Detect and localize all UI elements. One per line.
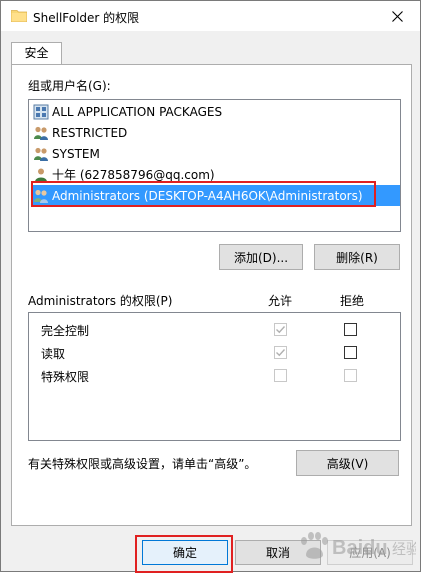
deny-header: 拒绝 xyxy=(340,294,365,308)
permission-name: 完全控制 xyxy=(41,324,90,338)
list-item[interactable]: ALL APPLICATION PACKAGES xyxy=(31,101,400,122)
groups-label: 组或用户名(G): xyxy=(28,79,111,93)
permissions-label: Administrators 的权限(P) xyxy=(28,294,173,308)
list-item[interactable]: SYSTEM xyxy=(31,143,400,164)
allow-checkbox xyxy=(274,346,287,359)
remove-button[interactable]: 删除(R) xyxy=(314,244,400,270)
user-icon xyxy=(35,168,47,182)
tab-security[interactable]: 安全 xyxy=(11,42,62,65)
permission-row: 完全控制 xyxy=(29,318,400,341)
users-group-icon xyxy=(34,126,48,140)
advanced-hint: 有关特殊权限或高级设置，请单击“高级”。 xyxy=(28,457,257,471)
list-item-label: ALL APPLICATION PACKAGES xyxy=(52,104,223,119)
close-button[interactable] xyxy=(374,1,420,31)
close-icon xyxy=(391,10,403,22)
list-item-label: 十年 (627858796@qq.com) xyxy=(52,168,215,182)
list-item-label: Administrators (DESKTOP-A4AH6OK\Administ… xyxy=(52,188,363,203)
check-icon xyxy=(276,326,286,334)
permissions-list: 完全控制 读取 特殊权限 xyxy=(28,312,401,441)
users-group-icon xyxy=(34,147,48,161)
allow-checkbox xyxy=(274,323,287,336)
deny-checkbox[interactable] xyxy=(344,323,357,336)
allow-header: 允许 xyxy=(268,294,293,308)
allow-checkbox xyxy=(274,369,287,382)
list-item-label: RESTRICTED xyxy=(52,125,128,140)
deny-checkbox xyxy=(344,369,357,382)
list-item[interactable]: RESTRICTED xyxy=(31,122,400,143)
tab-strip: 安全 xyxy=(1,31,420,65)
permission-name: 读取 xyxy=(41,347,66,361)
groups-listbox[interactable]: ALL APPLICATION PACKAGES RESTRICTED SYST… xyxy=(28,99,401,232)
permission-row: 读取 xyxy=(29,341,400,364)
apply-button[interactable]: 应用(A) xyxy=(327,540,413,565)
list-item-selected[interactable]: Administrators (DESKTOP-A4AH6OK\Administ… xyxy=(31,185,400,206)
permission-row: 特殊权限 xyxy=(29,364,400,387)
cancel-button[interactable]: 取消 xyxy=(235,540,321,565)
permission-name: 特殊权限 xyxy=(41,370,90,384)
folder-icon xyxy=(11,10,27,22)
permissions-dialog: ShellFolder 的权限 安全 组或用户名(G): ALL APPLICA… xyxy=(0,0,421,573)
advanced-button[interactable]: 高级(V) xyxy=(296,450,399,476)
check-icon xyxy=(276,349,286,357)
app-packages-icon xyxy=(33,104,49,119)
add-button[interactable]: 添加(D)... xyxy=(219,244,303,270)
title-bar: ShellFolder 的权限 xyxy=(1,1,420,31)
list-item[interactable]: 十年 (627858796@qq.com) xyxy=(31,164,400,185)
window-title: ShellFolder 的权限 xyxy=(33,11,140,25)
ok-button[interactable]: 确定 xyxy=(142,540,228,565)
users-group-icon xyxy=(34,189,48,203)
deny-checkbox[interactable] xyxy=(344,346,357,359)
security-panel: 组或用户名(G): ALL APPLICATION PACKAGES RESTR… xyxy=(11,64,412,526)
list-item-label: SYSTEM xyxy=(52,146,100,161)
